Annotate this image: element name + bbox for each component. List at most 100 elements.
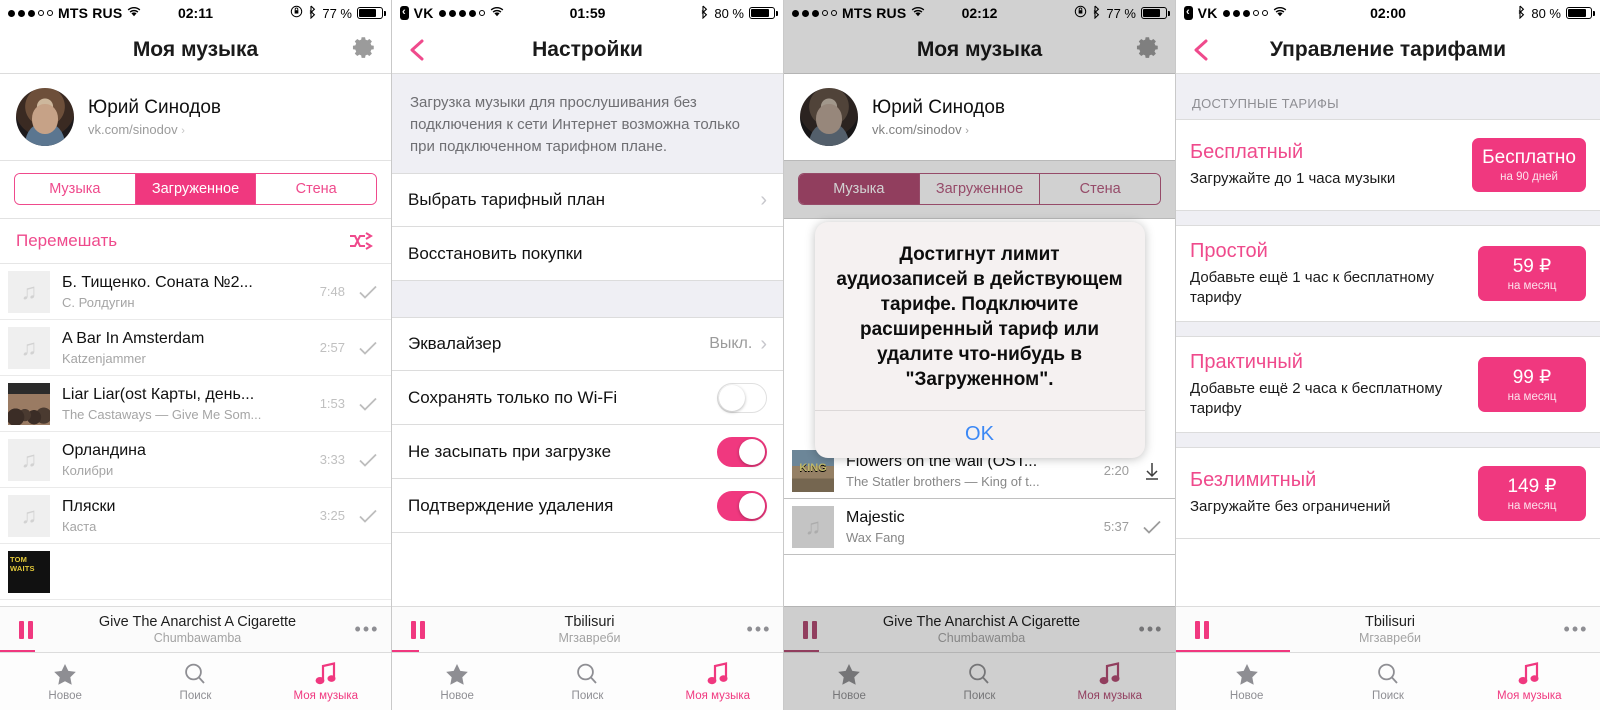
tariff-price: 149 ₽ xyxy=(1507,475,1557,497)
tariff-price-button[interactable]: 99 ₽ на месяц xyxy=(1478,357,1586,412)
tab-new[interactable]: Новое xyxy=(0,661,130,702)
tab-new[interactable]: Новое xyxy=(392,661,522,702)
track-title: A Bar In Amsterdam xyxy=(62,329,205,347)
playback-progress[interactable] xyxy=(1176,650,1291,652)
cell-keep-awake[interactable]: Не засыпать при загрузке xyxy=(392,425,783,480)
back-to-vk-chip[interactable]: ‹ xyxy=(1184,6,1193,20)
tab-search[interactable]: Поиск xyxy=(914,661,1044,702)
tariff-description: Добавьте ещё 2 часа к бесплатному тарифу xyxy=(1190,380,1443,417)
tab-search[interactable]: Поиск xyxy=(130,661,260,702)
tab-my-music[interactable]: Моя музыка xyxy=(1459,661,1600,702)
tab-my-music[interactable]: Моя музыка xyxy=(1045,661,1175,702)
track-row[interactable]: ♫ A Bar In Amsterdam Katzenjammer 2:57 xyxy=(0,320,391,376)
track-row[interactable]: ♫ Б. Тищенко. Соната №2... С. Ролдугин 7… xyxy=(0,264,391,320)
now-playing-title: Tbilisuri xyxy=(564,614,615,630)
track-duration: 5:37 xyxy=(1103,519,1129,534)
more-options-button[interactable]: ••• xyxy=(735,619,783,640)
album-art: ♫ xyxy=(8,326,50,369)
playback-progress[interactable] xyxy=(0,650,36,652)
mini-player[interactable]: Give The Anarchist A Cigarette Chumbawam… xyxy=(0,606,391,652)
cell-restore-purchases[interactable]: Восстановить покупки xyxy=(392,227,783,282)
segment-music[interactable]: Музыка xyxy=(15,174,136,204)
tab-label: Поиск xyxy=(963,690,996,702)
profile-link[interactable]: vk.com/sinodov › xyxy=(872,122,1005,137)
toggle-wifi-only[interactable] xyxy=(717,382,767,413)
track-row[interactable]: ♫ Majestic Wax Fang 5:37 xyxy=(784,499,1175,555)
tab-label: Моя музыка xyxy=(293,690,359,702)
cell-confirm-delete[interactable]: Подтверждение удаления xyxy=(392,479,783,534)
wifi-icon xyxy=(1273,6,1287,20)
more-options-button[interactable]: ••• xyxy=(343,619,391,640)
playback-progress[interactable] xyxy=(784,650,820,652)
segmented-control: Музыка Загруженное Стена xyxy=(0,161,391,219)
shuffle-row[interactable]: Перемешать xyxy=(0,219,391,264)
music-note-icon xyxy=(653,661,783,687)
star-icon xyxy=(0,661,130,687)
mini-player[interactable]: Tbilisuri Мгзавреби ••• xyxy=(392,606,783,652)
pause-button[interactable] xyxy=(784,620,836,639)
tab-my-music[interactable]: Моя музыка xyxy=(261,661,391,702)
tab-label: Поиск xyxy=(571,690,604,702)
profile-text: Юрий Синодов vk.com/sinodov › xyxy=(872,97,1005,138)
download-icon[interactable] xyxy=(1141,461,1163,481)
mini-player-info[interactable]: Give The Anarchist A Cigarette Chumbawam… xyxy=(52,614,343,645)
cell-wifi-only[interactable]: Сохранять только по Wi-Fi xyxy=(392,371,783,426)
segment-downloaded[interactable]: Загруженное xyxy=(135,174,257,204)
cell-equalizer[interactable]: Эквалайзер Выкл. › xyxy=(392,317,783,372)
page-title: Управление тарифами xyxy=(1269,37,1507,61)
track-row[interactable]: ♫ Орландина Колибри 3:33 xyxy=(0,432,391,488)
tariff-row-free[interactable]: Бесплатный Загружайте до 1 часа музыки Б… xyxy=(1176,119,1600,211)
tab-search[interactable]: Поиск xyxy=(522,661,652,702)
shuffle-icon[interactable] xyxy=(349,232,375,250)
tariff-name: Простой xyxy=(1190,240,1268,262)
toggle-keep-awake[interactable] xyxy=(717,436,767,467)
back-to-vk-chip[interactable]: ‹ xyxy=(400,6,409,20)
star-icon xyxy=(784,661,914,687)
track-list[interactable]: ♫ Б. Тищенко. Соната №2... С. Ролдугин 7… xyxy=(0,264,391,600)
tariff-price-button[interactable]: 149 ₽ на месяц xyxy=(1478,465,1586,521)
tab-new[interactable]: Новое xyxy=(1176,661,1317,702)
track-row[interactable]: Liar Liar(ost Карты, день... The Castawa… xyxy=(0,376,391,432)
cell-label: Выбрать тарифный план xyxy=(408,190,605,210)
back-button[interactable] xyxy=(1190,38,1214,62)
track-row[interactable]: ♫ Пляски Каста 3:25 xyxy=(0,488,391,544)
mini-player-info[interactable]: Tbilisuri Мгзавреби xyxy=(444,614,735,645)
alert-ok-button[interactable]: OK xyxy=(814,410,1145,458)
toggle-confirm-delete[interactable] xyxy=(717,490,767,521)
tariff-row-practical[interactable]: Практичный Добавьте ещё 2 часа к бесплат… xyxy=(1176,336,1600,433)
tariff-price-button[interactable]: Бесплатно на 90 дней xyxy=(1472,138,1586,192)
segment-wall[interactable]: Стена xyxy=(1040,174,1160,204)
mini-player-info[interactable]: Give The Anarchist A Cigarette Chumbawam… xyxy=(836,614,1127,645)
segment-wall[interactable]: Стена xyxy=(256,174,376,204)
more-options-button[interactable]: ••• xyxy=(1127,619,1175,640)
tab-new[interactable]: Новое xyxy=(784,661,914,702)
cell-choose-plan[interactable]: Выбрать тарифный план › xyxy=(392,173,783,228)
mini-player[interactable]: Tbilisuri Мгзавреби ••• xyxy=(1176,606,1600,652)
profile-row[interactable]: Юрий Синодов vk.com/sinodov › xyxy=(784,74,1175,161)
tab-search[interactable]: Поиск xyxy=(1317,661,1458,702)
settings-gear-button[interactable] xyxy=(351,34,377,65)
settings-gear-button[interactable] xyxy=(1135,34,1161,65)
back-button[interactable] xyxy=(406,38,430,62)
profile-row[interactable]: Юрий Синодов vk.com/sinodov › xyxy=(0,74,391,161)
pause-button[interactable] xyxy=(392,620,444,639)
pause-button[interactable] xyxy=(1176,620,1228,639)
tariff-price-button[interactable]: 59 ₽ на месяц xyxy=(1478,246,1586,301)
tariff-row-unlimited[interactable]: Безлимитный Загружайте без ограничений 1… xyxy=(1176,447,1600,539)
segment-music[interactable]: Музыка xyxy=(799,174,920,204)
chevron-right-icon: › xyxy=(965,125,969,138)
segment-downloaded[interactable]: Загруженное xyxy=(919,174,1041,204)
tab-my-music[interactable]: Моя музыка xyxy=(653,661,783,702)
tariff-period: на месяц xyxy=(1507,280,1557,292)
mini-player-info[interactable]: Tbilisuri Мгзавреби xyxy=(1228,614,1552,645)
status-bar: ‹ VK 02:00 80 % xyxy=(1176,0,1600,26)
track-artist: The Statler brothers — King of t... xyxy=(846,473,1040,489)
track-row[interactable] xyxy=(0,544,391,600)
bluetooth-icon xyxy=(1517,5,1526,22)
playback-progress[interactable] xyxy=(392,650,420,652)
tariff-row-simple[interactable]: Простой Добавьте ещё 1 час к бесплатному… xyxy=(1176,225,1600,322)
more-options-button[interactable]: ••• xyxy=(1552,619,1600,640)
pause-button[interactable] xyxy=(0,620,52,639)
mini-player[interactable]: Give The Anarchist A Cigarette Chumbawam… xyxy=(784,606,1175,652)
profile-link[interactable]: vk.com/sinodov › xyxy=(88,122,221,137)
